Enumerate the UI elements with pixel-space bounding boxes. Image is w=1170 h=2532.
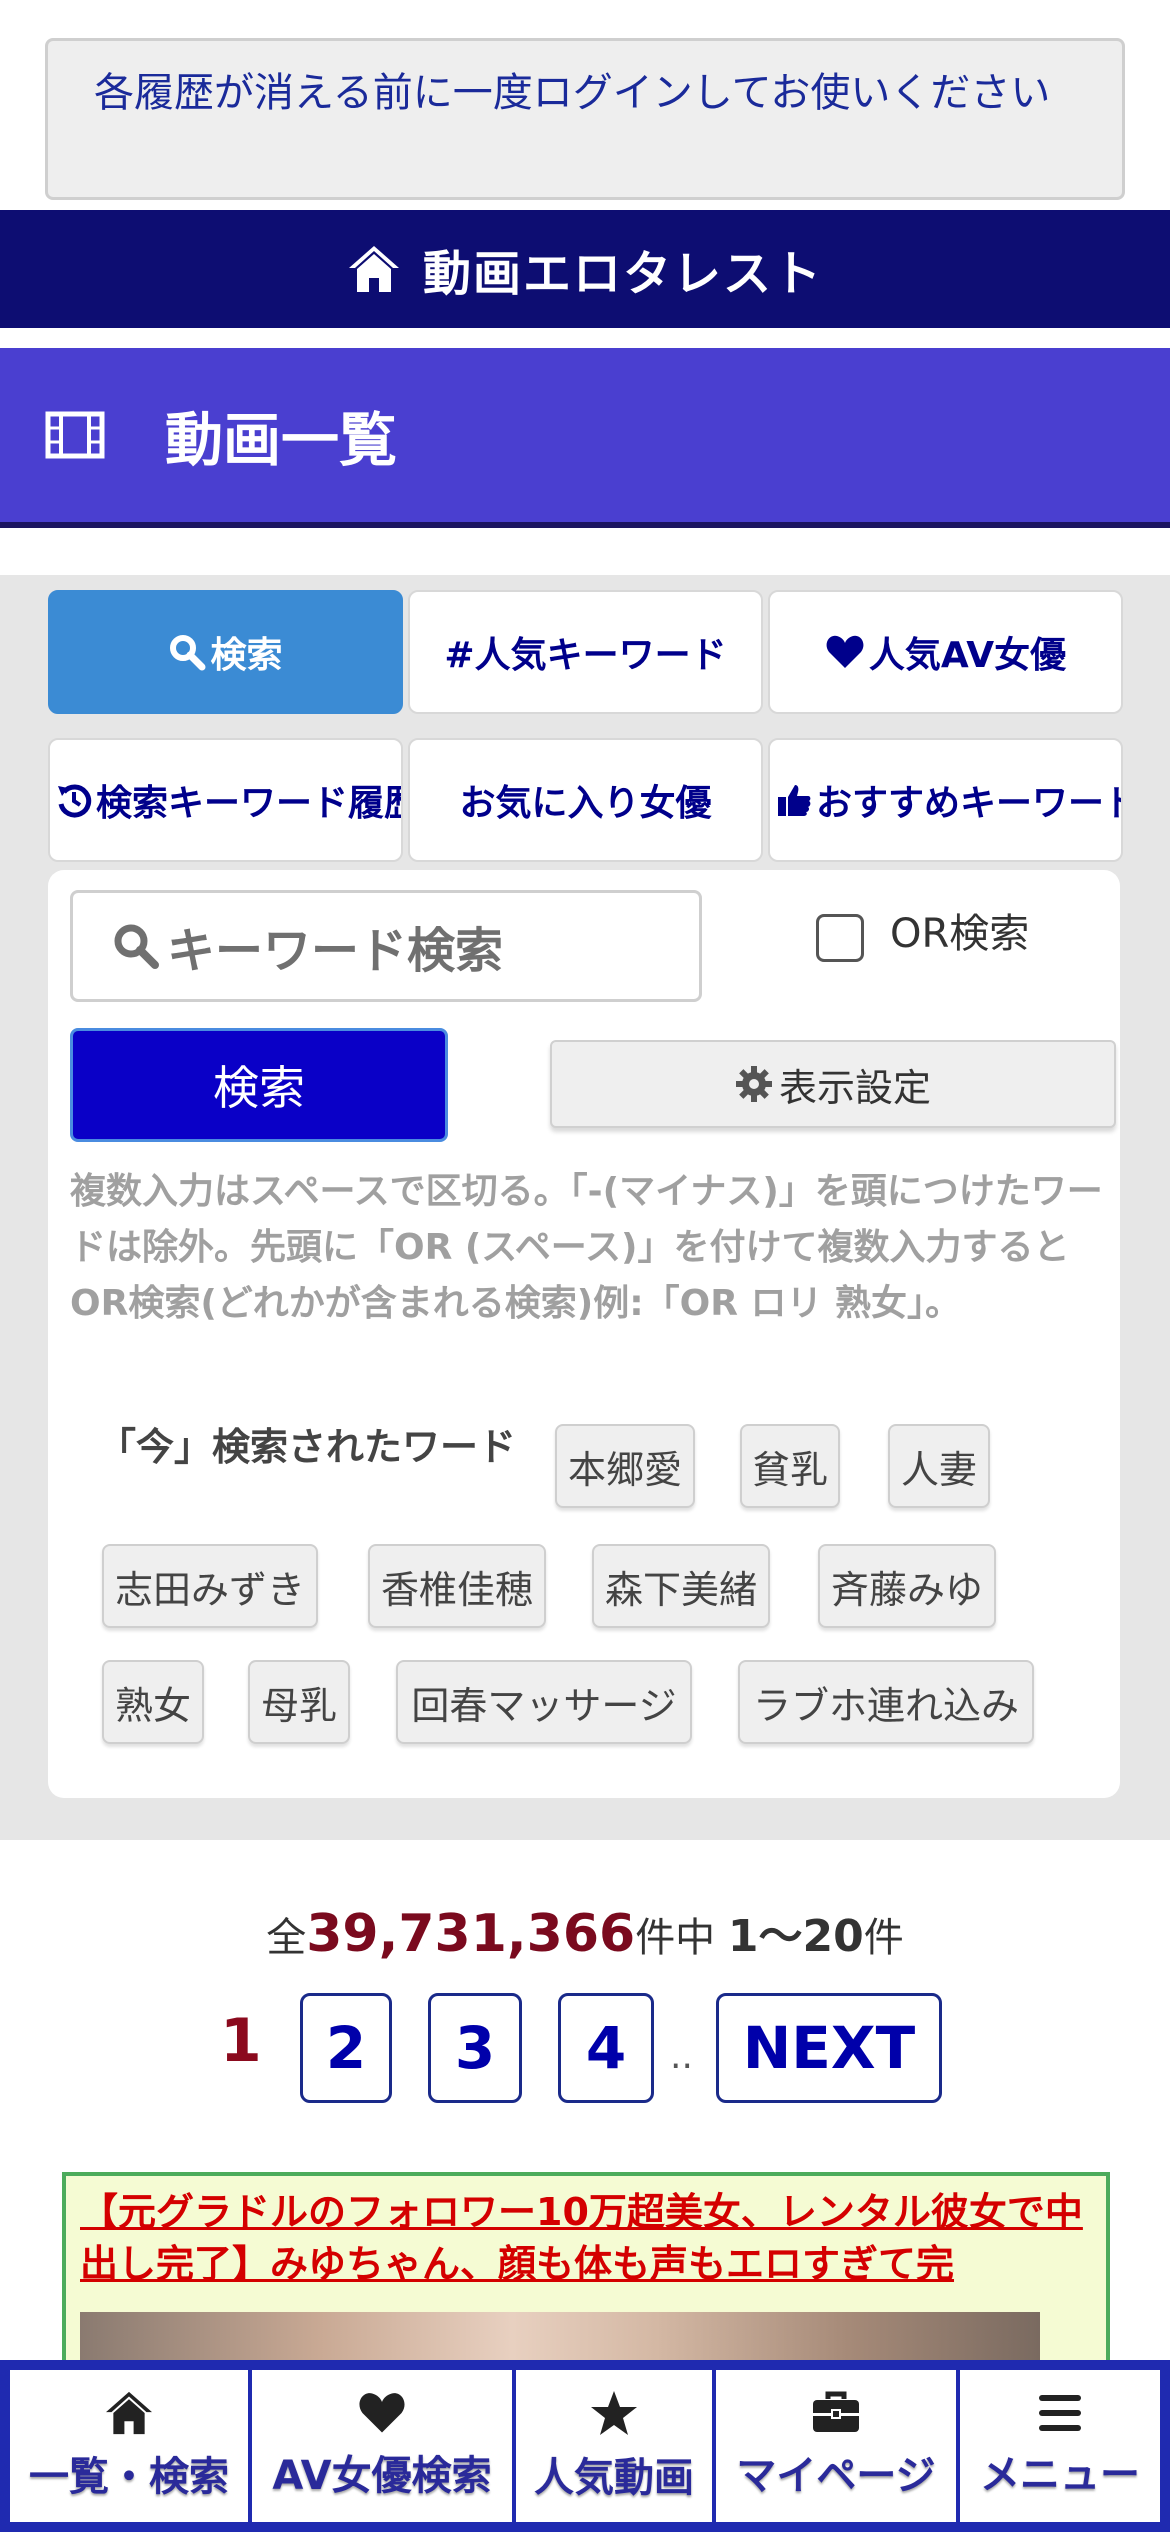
trending-word-label: 熟女 <box>114 1683 191 1728</box>
tab-search-history-label: 検索キーワード履歴 <box>96 783 403 824</box>
page-link[interactable]: 3 <box>428 1993 522 2103</box>
keyword-search-input[interactable]: キーワード検索 <box>70 890 702 1002</box>
site-title: 動画エロタレスト <box>422 246 823 302</box>
home-icon <box>348 246 399 292</box>
trending-word-chip[interactable]: 母乳 <box>248 1660 350 1744</box>
history-icon <box>58 784 92 818</box>
bottom-navigation: 一覧・検索 AV女優検索 人気動画 マイページ メニュー <box>0 2360 1170 2532</box>
home-icon <box>106 2391 152 2435</box>
tab-popular-actresses[interactable]: 人気AV女優 <box>768 590 1123 714</box>
trending-word-chip[interactable]: 貧乳 <box>740 1424 840 1508</box>
search-form: キーワード検索 OR検索 検索 表示設定 複数入力はスペースで区切る。「-(マイ <box>48 870 1120 1798</box>
page-link-label: 3 <box>454 2014 496 2082</box>
page-title: 動画一覧 <box>165 406 398 474</box>
menu-icon <box>1039 2395 1081 2431</box>
tab-favorite-actresses[interactable]: お気に入り女優 <box>408 738 763 862</box>
site-header[interactable]: 動画エロタレスト <box>0 210 1170 328</box>
nav-list-search-label: 一覧・検索 <box>29 2454 229 2500</box>
pagination-ellipsis: .. <box>670 2036 693 2077</box>
or-search-option[interactable]: OR検索 <box>816 898 1029 962</box>
trending-word-label: 森下美緒 <box>604 1567 757 1612</box>
trending-word-label: 回春マッサージ <box>411 1683 677 1728</box>
trending-word-chip[interactable]: 斉藤みゆ <box>818 1544 996 1628</box>
trending-word-label: 貧乳 <box>751 1447 828 1492</box>
page-link-label: 2 <box>325 2014 367 2082</box>
nav-my-page[interactable]: マイページ <box>714 2368 958 2524</box>
trending-word-label: 本郷愛 <box>567 1447 682 1492</box>
nav-popular-videos-label: 人気動画 <box>534 2455 694 2501</box>
search-button-label: 検索 <box>213 1061 305 1115</box>
film-icon <box>45 411 105 459</box>
display-settings-label: 表示設定 <box>778 1065 931 1110</box>
page-link[interactable]: 2 <box>300 1993 392 2103</box>
nav-actress-search-label: AV女優検索 <box>272 2453 492 2499</box>
trending-word-chip[interactable]: 志田みずき <box>102 1544 318 1628</box>
nav-popular-videos[interactable]: 人気動画 <box>514 2368 714 2524</box>
trending-word-chip[interactable]: 人妻 <box>888 1424 990 1508</box>
trending-word-chip[interactable]: 熟女 <box>102 1660 204 1744</box>
promo-headline[interactable]: 【元グラドルのフォロワー10万超美女、レンタル彼女で中出し完了】みゆちゃん、顔も… <box>80 2186 1092 2306</box>
search-icon <box>170 635 206 671</box>
briefcase-icon <box>813 2391 859 2432</box>
page-link-label: 4 <box>585 2014 627 2082</box>
tab-popular-keywords[interactable]: #人気キーワード <box>408 590 763 714</box>
heart-icon <box>826 635 864 668</box>
gear-icon <box>735 1066 772 1102</box>
next-page-label: NEXT <box>742 2014 916 2082</box>
nav-my-page-label: マイページ <box>736 2453 936 2499</box>
trending-words-label: 「今」検索されたワード <box>98 1425 517 1469</box>
results-count: 全39,731,366件中 1〜20件 <box>0 1900 1170 1964</box>
or-search-label: OR検索 <box>890 911 1030 957</box>
results-prefix: 全 <box>266 1915 307 1961</box>
tab-popular-keywords-label: #人気キーワード <box>444 635 727 676</box>
results-middle: 件中 <box>635 1915 728 1961</box>
star-icon <box>591 2391 637 2435</box>
trending-word-chip[interactable]: 回春マッサージ <box>396 1660 692 1744</box>
tab-favorite-actresses-label: お気に入り女優 <box>459 783 712 824</box>
or-search-checkbox[interactable] <box>816 914 864 962</box>
login-notice-text: 各履歴が消える前に一度ログインしてお使いください <box>94 70 1051 116</box>
thumbs-up-icon <box>778 785 811 816</box>
page-link[interactable]: 4 <box>558 1993 654 2103</box>
tab-recommended-keywords-label: おすすめキーワード <box>816 783 1123 824</box>
tab-search-label: 検索 <box>210 635 283 676</box>
login-notice: 各履歴が消える前に一度ログインしてお使いください <box>45 38 1125 200</box>
nav-actress-search[interactable]: AV女優検索 <box>250 2368 514 2524</box>
tab-search-history[interactable]: 検索キーワード履歴 <box>48 738 403 862</box>
tab-popular-actresses-label: 人気AV女優 <box>868 635 1067 676</box>
trending-word-chip[interactable]: 香椎佳穂 <box>368 1544 546 1628</box>
heart-icon <box>359 2393 405 2433</box>
trending-word-chip[interactable]: ラブホ連れ込み <box>738 1660 1034 1744</box>
search-icon <box>114 924 159 969</box>
keyword-search-placeholder: キーワード検索 <box>167 923 504 979</box>
tab-search[interactable]: 検索 <box>48 590 403 714</box>
trending-word-label: 香椎佳穂 <box>380 1567 533 1612</box>
nav-list-search[interactable]: 一覧・検索 <box>8 2368 250 2524</box>
trending-word-chip[interactable]: 本郷愛 <box>555 1424 695 1508</box>
tab-recommended-keywords[interactable]: おすすめキーワード <box>768 738 1123 862</box>
results-range: 1〜20 <box>727 1911 864 1962</box>
search-button[interactable]: 検索 <box>70 1028 448 1142</box>
trending-word-chip[interactable]: 森下美緒 <box>592 1544 770 1628</box>
nav-menu[interactable]: メニュー <box>958 2368 1162 2524</box>
page: 各履歴が消える前に一度ログインしてお使いください 動画エロタレスト 動画一覧 検… <box>0 0 1170 2532</box>
next-page-button[interactable]: NEXT <box>716 1993 942 2103</box>
current-page: 1 <box>220 2006 262 2076</box>
trending-word-label: 母乳 <box>260 1683 337 1728</box>
trending-word-label: 斉藤みゆ <box>830 1567 983 1612</box>
display-settings-button[interactable]: 表示設定 <box>550 1040 1116 1128</box>
page-title-bar: 動画一覧 <box>0 348 1170 528</box>
trending-word-label: ラブホ連れ込み <box>752 1683 1019 1728</box>
trending-word-label: 人妻 <box>900 1447 977 1492</box>
nav-menu-label: メニュー <box>980 2452 1140 2498</box>
results-suffix: 件 <box>863 1915 904 1961</box>
results-total: 39,731,366 <box>306 1904 636 1964</box>
trending-word-label: 志田みずき <box>114 1567 305 1612</box>
search-help-text: 複数入力はスペースで区切る。「-(マイナス)」を頭につけたワードは除外。先頭に「… <box>70 1171 1103 1324</box>
